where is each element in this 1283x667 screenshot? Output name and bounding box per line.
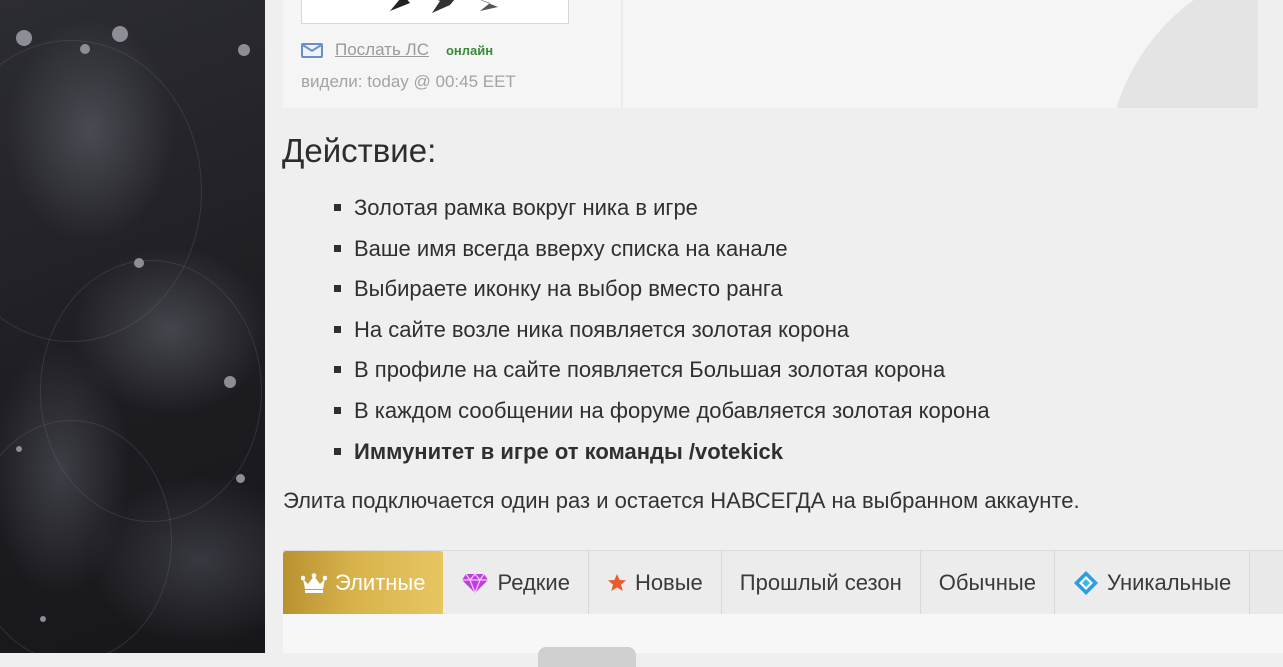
decorative-dot — [238, 44, 250, 56]
tab-regular[interactable]: Обычные — [920, 551, 1055, 614]
list-item: Ваше имя всегда вверху списка на канале — [334, 235, 990, 276]
tab-label: Уникальные — [1106, 569, 1232, 595]
tab-new[interactable]: Новые — [588, 551, 722, 614]
send-pm-link[interactable]: Послать ЛС — [335, 40, 429, 60]
tab-label: Прошлый сезон — [739, 569, 902, 595]
profile-banner — [623, 0, 1258, 108]
crown-icon — [301, 572, 327, 593]
elite-note: Элита подключается один раз и остается Н… — [283, 488, 1080, 513]
tab-content-panel — [283, 614, 1283, 667]
online-status: онлайн — [445, 42, 494, 58]
tab-last-season[interactable]: Прошлый сезон — [721, 551, 921, 614]
section-title: Действие: — [282, 132, 437, 169]
envelope-icon[interactable] — [301, 42, 323, 58]
unique-gem-icon — [1073, 570, 1098, 595]
category-tabs: Элитные Редкие Новые Прошлый сезон Обычн… — [283, 550, 1283, 615]
list-item: В профиле на сайте появляется Большая зо… — [334, 356, 990, 397]
background-art-panel — [0, 0, 265, 653]
decorative-dot — [16, 446, 22, 452]
last-seen: видели: today @ 00:45 EET — [301, 72, 516, 91]
decorative-dot — [236, 474, 245, 483]
decorative-dot — [112, 26, 128, 42]
tab-elite[interactable]: Элитные — [283, 551, 444, 614]
tab-label: Редкие — [497, 569, 570, 595]
list-item: На сайте возле ника появляется золотая к… — [334, 316, 990, 357]
profile-info: Послать ЛС онлайн видели: today @ 00:45 … — [283, 0, 623, 108]
decorative-dot — [16, 30, 32, 46]
list-item: Иммунитет в игре от команды /votekick — [334, 438, 990, 479]
decorative-dot — [134, 258, 144, 268]
list-item: Выбираете иконку на выбор вместо ранга — [334, 275, 990, 316]
decorative-dot — [224, 376, 236, 388]
decorative-arc — [1107, 0, 1258, 108]
list-item: Золотая рамка вокруг ника в игре — [334, 194, 990, 235]
tab-label: Обычные — [938, 569, 1036, 595]
features-list: Золотая рамка вокруг ника в игре Ваше им… — [334, 194, 990, 478]
avatar-art — [390, 0, 498, 13]
decorative-dot — [80, 44, 90, 54]
decorative-dot — [40, 616, 46, 622]
content-placeholder-block — [538, 647, 636, 667]
tab-label: Новые — [634, 569, 703, 595]
diamond-icon — [462, 572, 489, 594]
list-item: В каждом сообщении на форуме добавляется… — [334, 397, 990, 438]
star-icon — [607, 573, 626, 591]
profile-card: Послать ЛС онлайн видели: today @ 00:45 … — [283, 0, 1258, 108]
tab-label: Элитные — [335, 569, 426, 595]
avatar — [301, 0, 569, 24]
tab-unique[interactable]: Уникальные — [1054, 551, 1251, 614]
tab-rare[interactable]: Редкие — [443, 551, 589, 614]
